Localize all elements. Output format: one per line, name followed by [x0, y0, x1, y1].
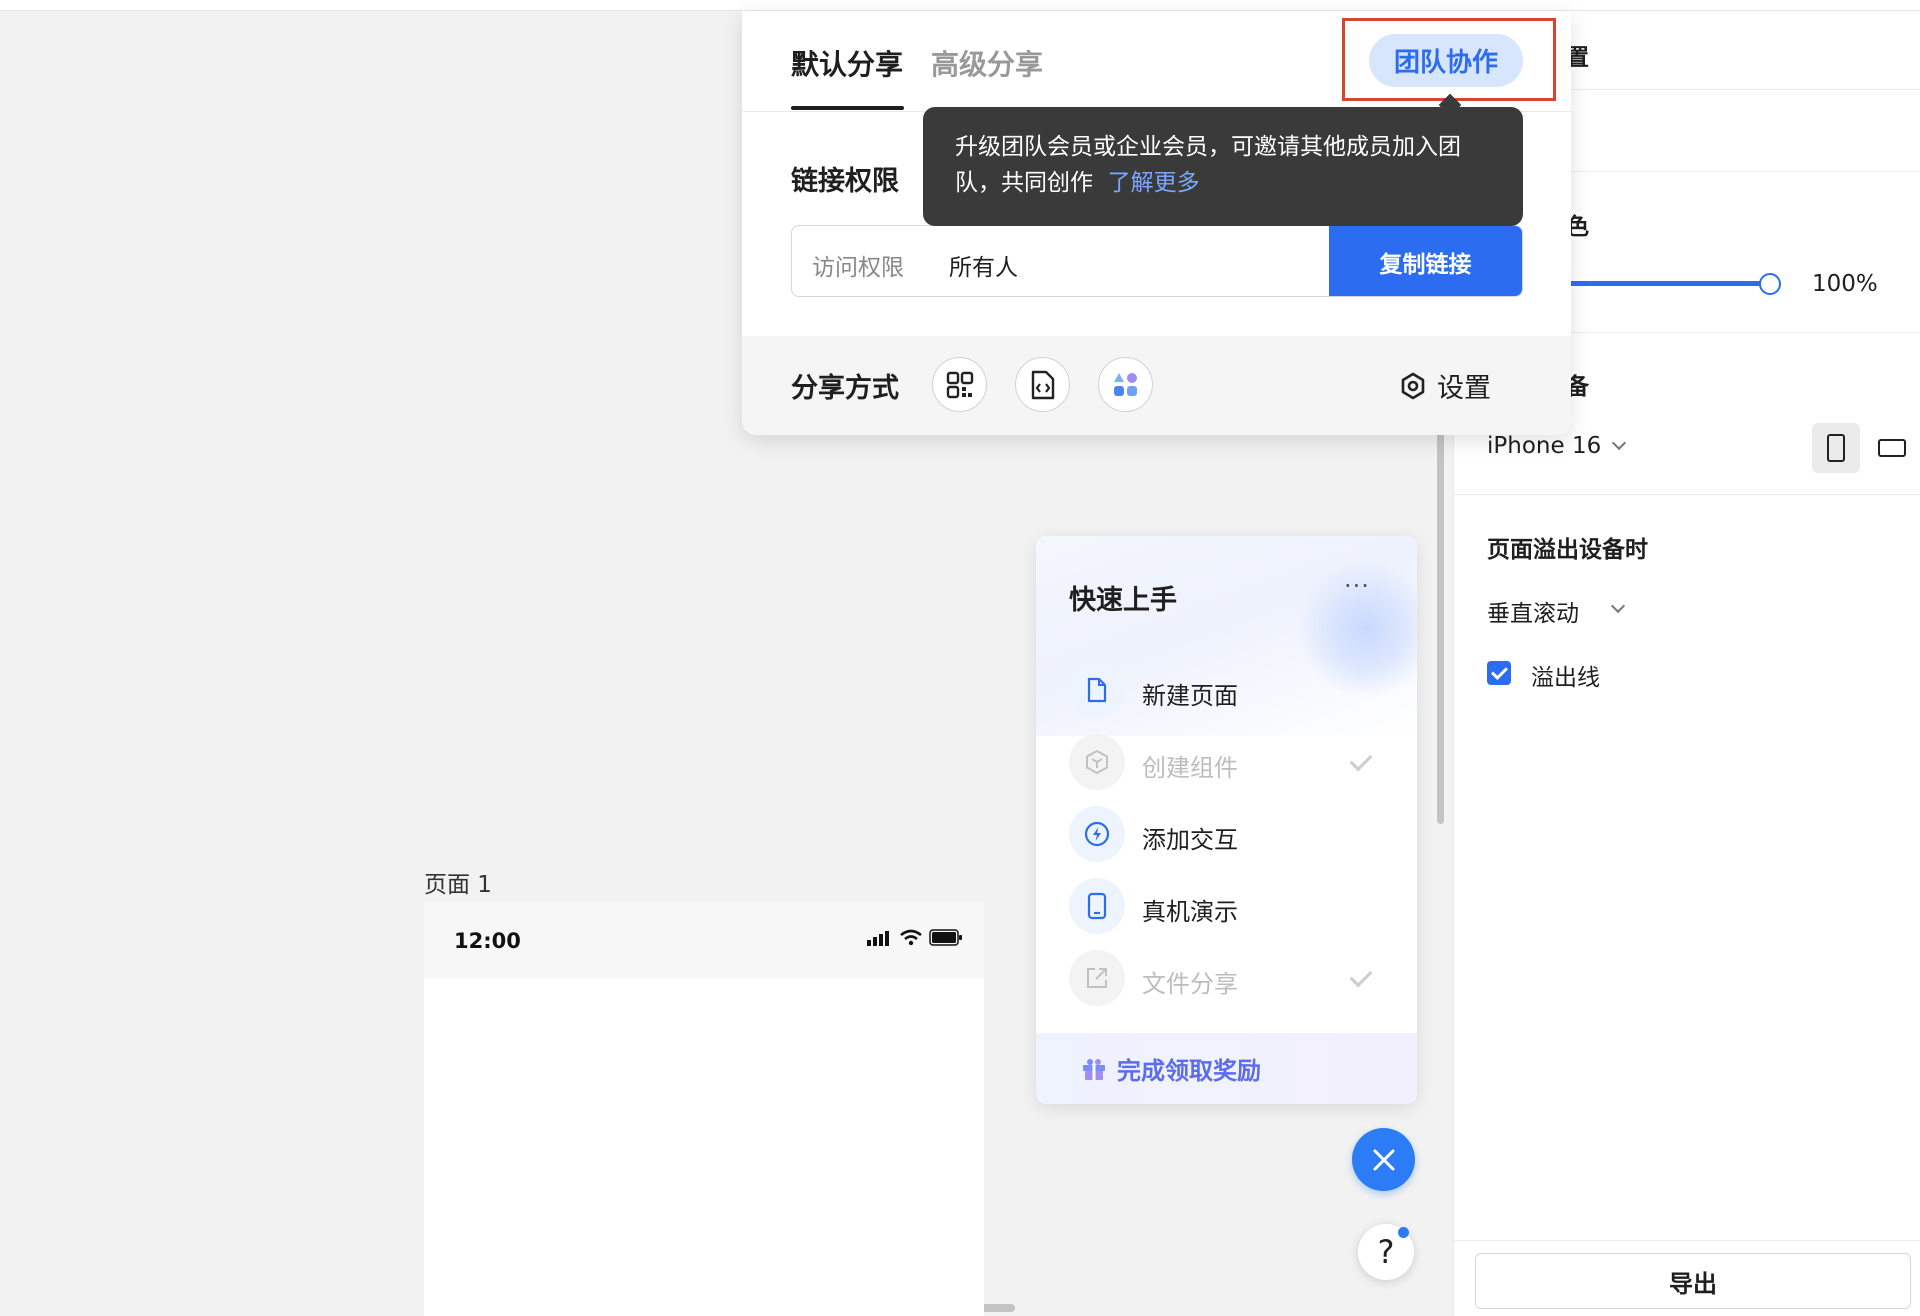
close-quick-start-button[interactable]	[1352, 1128, 1415, 1191]
quick-start-label: 文件分享	[1142, 970, 1238, 998]
link-permission-field[interactable]: 访问权限 所有人 复制链接	[791, 225, 1523, 297]
quick-start-label: 真机演示	[1142, 898, 1238, 926]
share-method-label: 分享方式	[791, 373, 899, 404]
quick-start-item-new-page[interactable]: 新建页面	[1069, 662, 1389, 718]
quick-start-label: 创建组件	[1142, 754, 1238, 782]
settings-label: 设置	[1437, 373, 1491, 404]
quick-start-title: 快速上手	[1069, 585, 1177, 616]
learn-more-link[interactable]: 了解更多	[1108, 170, 1200, 196]
check-icon	[1349, 748, 1373, 772]
portrait-icon[interactable]	[1827, 434, 1845, 462]
phone-icon	[1069, 878, 1125, 934]
overflow-mode-select[interactable]: 垂直滚动	[1487, 594, 1579, 628]
device-select[interactable]: iPhone 16	[1487, 433, 1601, 459]
quick-start-panel: 快速上手 ··· 新建页面 创建组件 添加交互 真机演示 文件分享 完成领取奖励	[1036, 536, 1417, 1104]
help-icon: ?	[1377, 1233, 1395, 1271]
panel-divider	[1454, 494, 1920, 495]
embed-code-icon	[1031, 370, 1054, 399]
panel-divider	[1454, 1240, 1920, 1241]
export-button[interactable]: 导出	[1475, 1253, 1911, 1309]
top-bar	[0, 0, 1920, 11]
qr-code-button[interactable]	[932, 357, 987, 412]
gift-icon	[1083, 1058, 1105, 1080]
notification-dot	[1398, 1227, 1409, 1238]
battery-icon	[929, 929, 962, 946]
quick-start-item-file-share[interactable]: 文件分享	[1069, 950, 1389, 1006]
close-icon	[1373, 1149, 1394, 1170]
apps-button[interactable]	[1098, 357, 1153, 412]
quick-start-label: 新建页面	[1142, 682, 1238, 710]
highlight-box	[1342, 18, 1556, 101]
settings-button[interactable]: 设置	[1399, 366, 1491, 405]
quick-start-label: 添加交互	[1142, 826, 1238, 854]
quick-start-item-create-component[interactable]: 创建组件	[1069, 734, 1389, 790]
tab-default-share[interactable]: 默认分享	[791, 43, 903, 83]
document-icon	[1069, 662, 1125, 718]
reward-label: 完成领取奖励	[1117, 1057, 1261, 1085]
phone-time: 12:00	[454, 929, 521, 953]
apps-icon	[1113, 372, 1137, 396]
vertical-scrollbar[interactable]	[1437, 380, 1444, 824]
tooltip: 升级团队会员或企业会员，可邀请其他成员加入团队，共同创作 了解更多	[923, 107, 1523, 226]
tab-advanced-share[interactable]: 高级分享	[931, 43, 1043, 83]
signal-icon	[867, 931, 889, 946]
copy-link-button[interactable]: 复制链接	[1329, 226, 1522, 296]
phone-status-bar: 12:00	[424, 902, 984, 978]
landscape-icon[interactable]	[1878, 439, 1906, 457]
share-footer: 分享方式 设置	[742, 336, 1571, 435]
page-label[interactable]: 页面 1	[424, 865, 492, 899]
tooltip-text: 升级团队会员或企业会员，可邀请其他成员加入团队，共同创作	[955, 134, 1461, 196]
opacity-value[interactable]: 100%	[1812, 271, 1878, 297]
more-icon[interactable]: ···	[1344, 572, 1370, 600]
quick-start-item-add-interaction[interactable]: 添加交互	[1069, 806, 1389, 862]
share-icon	[1069, 950, 1125, 1006]
reward-banner[interactable]: 完成领取奖励	[1036, 1033, 1417, 1104]
opacity-slider-thumb[interactable]	[1759, 273, 1781, 295]
access-label: 访问权限	[812, 255, 904, 281]
quick-start-item-device-preview[interactable]: 真机演示	[1069, 878, 1389, 934]
embed-code-button[interactable]	[1015, 357, 1070, 412]
phone-frame[interactable]: 12:00	[424, 902, 984, 1316]
cube-icon	[1069, 734, 1125, 790]
gear-icon	[1401, 372, 1425, 399]
wifi-icon	[900, 929, 922, 946]
lightning-icon	[1069, 806, 1125, 862]
qr-code-icon	[946, 371, 973, 398]
check-icon	[1349, 964, 1373, 988]
access-value-select[interactable]: 所有人	[949, 248, 1018, 282]
overflow-line-checkbox[interactable]	[1487, 661, 1511, 685]
chevron-down-icon[interactable]	[1611, 435, 1627, 451]
overflow-line-label[interactable]: 溢出线	[1531, 658, 1600, 692]
chevron-down-icon[interactable]	[1610, 598, 1626, 614]
link-permission-label: 链接权限	[791, 166, 899, 197]
active-tab-indicator	[791, 106, 904, 110]
overflow-title: 页面溢出设备时	[1487, 537, 1648, 563]
